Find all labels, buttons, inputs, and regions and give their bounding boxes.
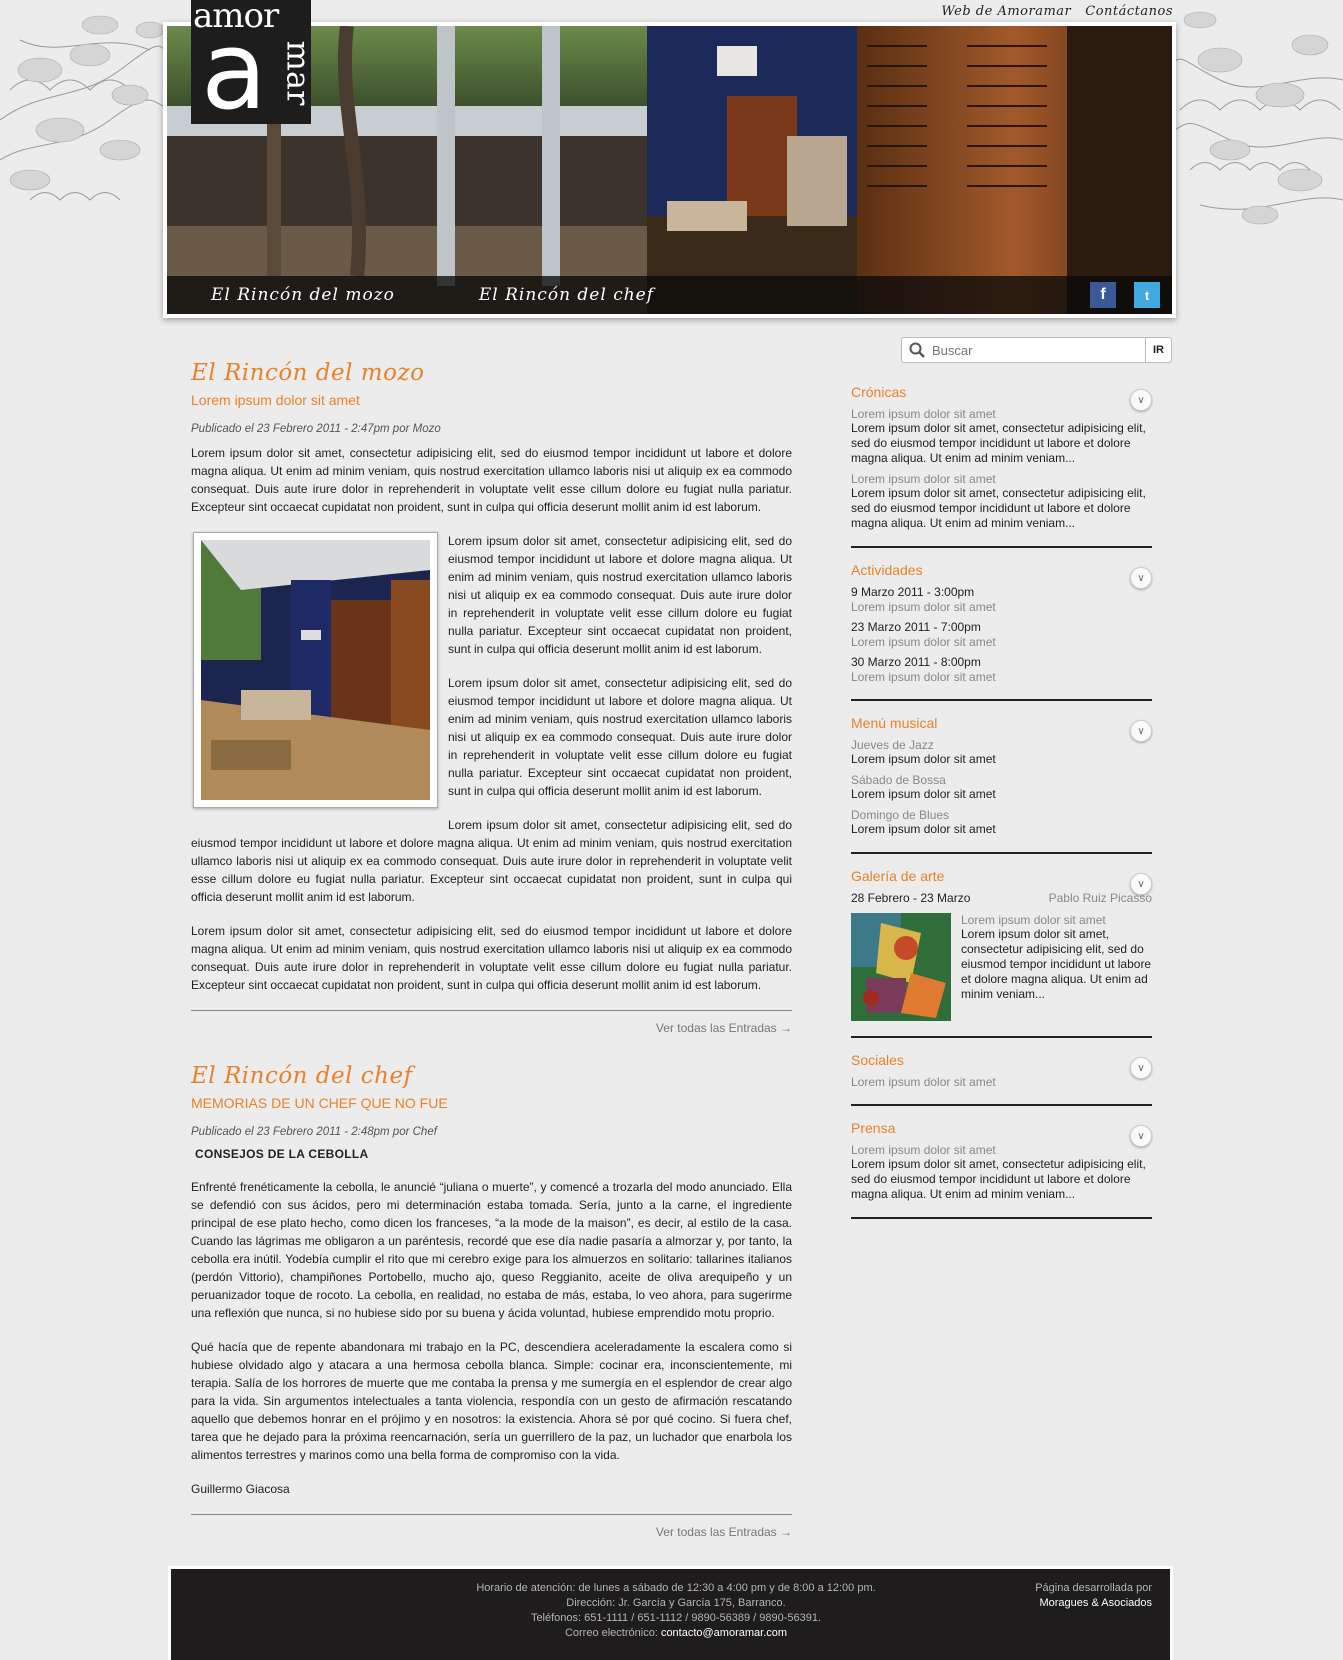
search-box: IR: [901, 337, 1172, 363]
chevron-down-icon[interactable]: ∨: [1130, 1125, 1152, 1147]
search-input[interactable]: [932, 339, 1145, 361]
widget-title[interactable]: Crónicas: [851, 384, 1152, 400]
widget-title[interactable]: Menú musical: [851, 715, 1152, 731]
footer: Horario de atención: de lunes a sábado d…: [168, 1566, 1173, 1660]
restaurant-photo: [167, 26, 1172, 314]
widget-title[interactable]: Actividades: [851, 562, 1152, 578]
menu-text: Lorem ipsum dolor sit amet: [851, 787, 996, 801]
gallery-dates: 28 Febrero - 23 Marzo: [851, 891, 971, 905]
sidebar: Crónicas ∨ Lorem ipsum dolor sit amet Lo…: [851, 384, 1152, 1233]
post-signature: Guillermo Giacosa: [191, 1482, 290, 1496]
menu-day[interactable]: Domingo de Blues: [851, 808, 1152, 822]
readmore-row: Ver todas las Entradas →: [191, 1010, 792, 1037]
readmore-row: Ver todas las Entradas →: [191, 1514, 792, 1541]
footer-contact-info: Horario de atención: de lunes a sábado d…: [471, 1581, 881, 1641]
gallery-heading[interactable]: Lorem ipsum dolor sit amet: [961, 913, 1152, 927]
item-heading[interactable]: Lorem ipsum dolor sit amet: [851, 407, 1152, 421]
post-paragraph: Qué hacía que de repente abandonara mi t…: [191, 1340, 792, 1462]
menu-day[interactable]: Sábado de Bossa: [851, 773, 1152, 787]
gallery-description: Lorem ipsum dolor sit amet, consectetur …: [961, 927, 1152, 1001]
social-links: f t: [1090, 282, 1160, 308]
item-heading[interactable]: Lorem ipsum dolor sit amet: [851, 472, 1152, 486]
chevron-down-icon[interactable]: ∨: [1130, 567, 1152, 589]
footer-address: Dirección: Jr. García y García 175, Barr…: [566, 1597, 786, 1609]
post-subheading: CONSEJOS DE LA CEBOLLA: [195, 1147, 369, 1161]
gallery-text: Lorem ipsum dolor sit amet Lorem ipsum d…: [961, 913, 1152, 1021]
hero-banner: El Rincón del mozo El Rincón del chef f …: [163, 22, 1176, 318]
post-paragraph: Enfrenté frenéticamente la cebolla, le a…: [191, 1180, 792, 1320]
post-paragraph: Lorem ipsum dolor sit amet, consectetur …: [191, 924, 792, 992]
press-text: Lorem ipsum dolor sit amet, consectetur …: [851, 1157, 1146, 1201]
footer-email-link[interactable]: contacto@amoramar.com: [661, 1627, 787, 1639]
footer-dev-label: Página desarrollada por: [1035, 1582, 1152, 1594]
menu-text: Lorem ipsum dolor sit amet: [851, 822, 996, 836]
footer-hours: Horario de atención: de lunes a sábado d…: [476, 1582, 876, 1594]
amoramar-logo[interactable]: amor a mar: [191, 0, 311, 124]
post-paragraph: Lorem ipsum dolor sit amet, consectetur …: [191, 818, 792, 904]
event-text[interactable]: Lorem ipsum dolor sit amet: [851, 600, 1152, 614]
event-date: 23 Marzo 2011 - 7:00pm: [851, 620, 981, 634]
footer-dev-link[interactable]: Moragues & Asociados: [1035, 1596, 1152, 1611]
widget-galeria: Galería de arte ∨ 28 Febrero - 23 Marzo …: [851, 868, 1152, 1038]
main-content: El Rincón del mozo Lorem ipsum dolor sit…: [191, 360, 792, 1541]
view-all-entries-link[interactable]: Ver todas las Entradas →: [656, 1021, 792, 1035]
section-title-mozo: El Rincón del mozo: [191, 360, 425, 386]
post-photo: [193, 532, 438, 808]
gallery-header: 28 Febrero - 23 Marzo Pablo Ruiz Picasso: [851, 891, 1152, 905]
widget-sociales: Sociales ∨ Lorem ipsum dolor sit amet: [851, 1052, 1152, 1106]
item-text: Lorem ipsum dolor sit amet, consectetur …: [851, 421, 1146, 465]
search-button[interactable]: IR: [1145, 338, 1171, 362]
nav-rincon-chef[interactable]: El Rincón del chef: [479, 285, 654, 305]
menu-day[interactable]: Jueves de Jazz: [851, 738, 1152, 752]
item-text: Lorem ipsum dolor sit amet, consectetur …: [851, 486, 1146, 530]
post-title[interactable]: Lorem ipsum dolor sit amet: [191, 392, 792, 408]
footer-phones: Teléfonos: 651-1111 / 651-1112 / 9890-56…: [530, 1612, 822, 1624]
widget-menu-musical: Menú musical ∨ Jueves de Jazz Lorem ipsu…: [851, 715, 1152, 854]
widget-cronicas: Crónicas ∨ Lorem ipsum dolor sit amet Lo…: [851, 384, 1152, 548]
footer-email-label: Correo electrónico:: [564, 1627, 658, 1639]
facebook-icon[interactable]: f: [1090, 282, 1116, 308]
post-meta: Publicado el 23 Febrero 2011 - 2:47pm po…: [191, 423, 441, 435]
chevron-down-icon[interactable]: ∨: [1130, 389, 1152, 411]
section-title-chef: El Rincón del chef: [191, 1063, 413, 1089]
menu-text: Lorem ipsum dolor sit amet: [851, 752, 996, 766]
search-icon: [902, 342, 932, 358]
web-link[interactable]: Web de Amoramar: [941, 4, 1071, 19]
event-date: 9 Marzo 2011 - 3:00pm: [851, 585, 975, 599]
top-navigation: Web de Amoramar Contáctanos: [941, 4, 1173, 19]
post-title[interactable]: MEMORIAS DE UN CHEF QUE NO FUE: [191, 1095, 792, 1111]
event-text[interactable]: Lorem ipsum dolor sit amet: [851, 635, 1152, 649]
widget-title[interactable]: Prensa: [851, 1120, 1152, 1136]
footer-credits: Página desarrollada por Moragues & Asoci…: [1035, 1581, 1152, 1611]
widget-title[interactable]: Sociales: [851, 1052, 1152, 1068]
social-text[interactable]: Lorem ipsum dolor sit amet: [851, 1075, 1152, 1089]
widget-actividades: Actividades ∨ 9 Marzo 2011 - 3:00pm Lore…: [851, 562, 1152, 701]
chef-post: El Rincón del chef MEMORIAS DE UN CHEF Q…: [191, 1063, 792, 1541]
footer-email-row: Correo electrónico: contacto@amoramar.co…: [471, 1626, 881, 1641]
nav-rincon-mozo[interactable]: El Rincón del mozo: [211, 285, 395, 305]
widget-prensa: Prensa ∨ Lorem ipsum dolor sit amet Lore…: [851, 1120, 1152, 1219]
contact-link[interactable]: Contáctanos: [1085, 4, 1173, 19]
post-paragraph: Lorem ipsum dolor sit amet, consectetur …: [191, 446, 792, 514]
chevron-down-icon[interactable]: ∨: [1130, 1057, 1152, 1079]
mozo-post: El Rincón del mozo Lorem ipsum dolor sit…: [191, 360, 792, 1037]
post-meta: Publicado el 23 Febrero 2011 - 2:48pm po…: [191, 1126, 437, 1138]
logo-word-mar: mar: [279, 40, 311, 106]
logo-letter-a: a: [201, 9, 268, 125]
artwork-thumbnail[interactable]: [851, 913, 951, 1021]
widget-title[interactable]: Galería de arte: [851, 868, 1152, 884]
chevron-down-icon[interactable]: ∨: [1130, 720, 1152, 742]
gallery-row: Lorem ipsum dolor sit amet Lorem ipsum d…: [851, 913, 1152, 1021]
twitter-icon[interactable]: t: [1134, 282, 1160, 308]
press-heading[interactable]: Lorem ipsum dolor sit amet: [851, 1143, 1152, 1157]
hero-navbar: El Rincón del mozo El Rincón del chef f …: [167, 276, 1172, 314]
event-date: 30 Marzo 2011 - 8:00pm: [851, 655, 981, 669]
chevron-down-icon[interactable]: ∨: [1130, 873, 1152, 895]
event-text[interactable]: Lorem ipsum dolor sit amet: [851, 670, 1152, 684]
view-all-entries-link[interactable]: Ver todas las Entradas →: [656, 1525, 792, 1539]
